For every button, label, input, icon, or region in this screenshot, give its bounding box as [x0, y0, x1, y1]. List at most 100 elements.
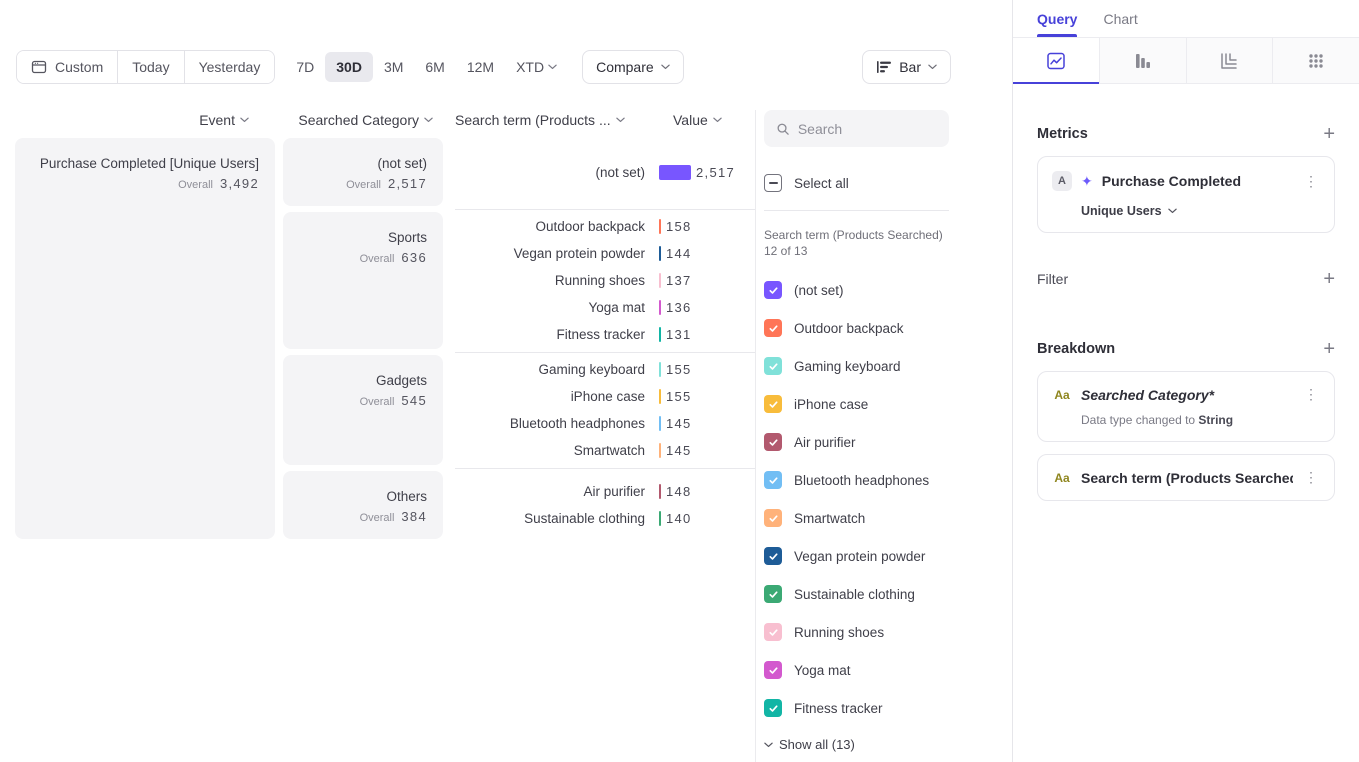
series-checkbox[interactable] — [764, 699, 782, 717]
chart-type-label: Bar — [899, 59, 921, 75]
retention-icon — [1219, 51, 1239, 71]
breakdown-card[interactable]: AaSearch term (Products Searched)⋮ — [1037, 454, 1335, 501]
event-card[interactable]: Purchase Completed [Unique Users] Overal… — [15, 138, 275, 539]
tab-query[interactable]: Query — [1037, 0, 1077, 37]
term-row[interactable]: Outdoor backpack158 — [455, 213, 755, 240]
legend-item[interactable]: iPhone case — [764, 395, 996, 413]
series-checkbox[interactable] — [764, 357, 782, 375]
breakdown-kebab-icon[interactable]: ⋮ — [1302, 386, 1320, 403]
compare-button[interactable]: Compare — [582, 50, 684, 84]
series-checkbox[interactable] — [764, 623, 782, 641]
select-all-label: Select all — [794, 176, 849, 191]
category-card[interactable]: GadgetsOverall545 — [283, 355, 443, 465]
series-label: Gaming keyboard — [794, 359, 901, 374]
category-card[interactable]: SportsOverall636 — [283, 212, 443, 349]
column-header-value[interactable]: Value — [659, 112, 755, 128]
report-tab-flows[interactable] — [1272, 38, 1359, 83]
series-checkbox[interactable] — [764, 585, 782, 603]
term-row[interactable]: Vegan protein powder144 — [455, 240, 755, 267]
report-tab-insights[interactable] — [1013, 38, 1099, 83]
series-checkbox[interactable] — [764, 509, 782, 527]
report-tab-retention[interactable] — [1186, 38, 1273, 83]
date-preset-today[interactable]: Today — [117, 51, 183, 83]
term-row[interactable]: Smartwatch145 — [455, 437, 755, 464]
category-overall: Overall545 — [283, 393, 427, 408]
term-row[interactable]: Bluetooth headphones145 — [455, 410, 755, 437]
term-row[interactable]: Gaming keyboard155 — [455, 356, 755, 383]
series-label: Air purifier — [794, 435, 856, 450]
date-range-7d[interactable]: 7D — [285, 52, 325, 82]
date-range-3m[interactable]: 3M — [373, 52, 414, 82]
series-checkbox[interactable] — [764, 281, 782, 299]
select-all-checkbox[interactable] — [764, 174, 782, 192]
report-tab-funnels[interactable] — [1099, 38, 1186, 83]
legend-item[interactable]: Gaming keyboard — [764, 357, 996, 375]
metric-kebab-icon[interactable]: ⋮ — [1302, 173, 1320, 190]
tab-chart[interactable]: Chart — [1103, 0, 1137, 37]
series-checkbox[interactable] — [764, 319, 782, 337]
category-card[interactable]: (not set)Overall2,517 — [283, 138, 443, 206]
term-value-cell: 158 — [659, 219, 755, 234]
term-row[interactable]: Yoga mat136 — [455, 294, 755, 321]
term-row[interactable]: iPhone case155 — [455, 383, 755, 410]
term-label: Fitness tracker — [455, 327, 659, 342]
legend-item[interactable]: Outdoor backpack — [764, 319, 996, 337]
show-all-link[interactable]: Show all (13) — [764, 737, 996, 752]
chart-type-button[interactable]: Bar — [862, 50, 951, 84]
series-checkbox[interactable] — [764, 471, 782, 489]
series-label: iPhone case — [794, 397, 868, 412]
main-area: Custom TodayYesterday 7D30D3M6M12MXTD Co… — [0, 0, 1013, 762]
date-range-30d[interactable]: 30D — [325, 52, 373, 82]
term-row[interactable]: Fitness tracker131 — [455, 321, 755, 348]
chevron-down-icon — [1168, 208, 1177, 214]
add-metric-button[interactable]: + — [1323, 124, 1335, 144]
series-checkbox[interactable] — [764, 433, 782, 451]
add-filter-button[interactable]: + — [1323, 269, 1335, 289]
custom-date-button[interactable]: Custom — [17, 51, 117, 83]
sidebar-tabs: Query Chart — [1013, 0, 1359, 37]
column-header-event[interactable]: Event — [15, 112, 275, 128]
series-checkbox[interactable] — [764, 661, 782, 679]
metric-card[interactable]: A ✦ Purchase Completed ⋮ Unique Users — [1037, 156, 1335, 233]
series-label: (not set) — [794, 283, 844, 298]
legend-item[interactable]: Bluetooth headphones — [764, 471, 996, 489]
chevron-down-icon — [548, 64, 557, 70]
search-input[interactable] — [798, 121, 937, 137]
check-icon — [768, 399, 779, 410]
legend-item[interactable]: Yoga mat — [764, 661, 996, 679]
date-range-xtd[interactable]: XTD — [505, 52, 568, 82]
column-header-search-term[interactable]: Search term (Products ... — [455, 112, 659, 128]
legend-item[interactable]: Running shoes — [764, 623, 996, 641]
legend-item[interactable]: Sustainable clothing — [764, 585, 996, 603]
group-separator — [455, 468, 755, 469]
filter-section-header: Filter + — [1037, 269, 1335, 289]
date-preset-yesterday[interactable]: Yesterday — [184, 51, 275, 83]
measure-dropdown[interactable]: Unique Users — [1052, 204, 1320, 218]
term-row[interactable]: Sustainable clothing140 — [455, 505, 755, 532]
date-range-6m[interactable]: 6M — [414, 52, 455, 82]
breakdown-kebab-icon[interactable]: ⋮ — [1302, 469, 1320, 486]
term-row[interactable]: Air purifier148 — [455, 478, 755, 505]
series-checkbox[interactable] — [764, 395, 782, 413]
series-label: Yoga mat — [794, 663, 851, 678]
add-breakdown-button[interactable]: + — [1323, 339, 1335, 359]
legend-item[interactable]: Air purifier — [764, 433, 996, 451]
search-box[interactable] — [764, 110, 949, 147]
term-row[interactable]: Running shoes137 — [455, 267, 755, 294]
date-range-12m[interactable]: 12M — [456, 52, 505, 82]
series-checkbox[interactable] — [764, 547, 782, 565]
check-icon — [768, 665, 779, 676]
date-range-buttons: 7D30D3M6M12MXTD — [285, 52, 568, 82]
term-row[interactable]: (not set)2,517 — [455, 159, 755, 186]
bar-chart-icon — [876, 60, 892, 74]
breakdown-card[interactable]: AaSearched Category*⋮Data type changed t… — [1037, 371, 1335, 442]
select-all-row[interactable]: Select all — [764, 174, 996, 192]
legend-item[interactable]: (not set) — [764, 281, 996, 299]
legend-item[interactable]: Smartwatch — [764, 509, 996, 527]
value-bar — [659, 219, 661, 234]
legend-item[interactable]: Vegan protein powder — [764, 547, 996, 565]
column-header-category[interactable]: Searched Category — [283, 112, 443, 128]
legend-item[interactable]: Fitness tracker — [764, 699, 996, 717]
category-card[interactable]: OthersOverall384 — [283, 471, 443, 539]
breakdown-row: AaSearch term (Products Searched)⋮ — [1052, 469, 1320, 486]
